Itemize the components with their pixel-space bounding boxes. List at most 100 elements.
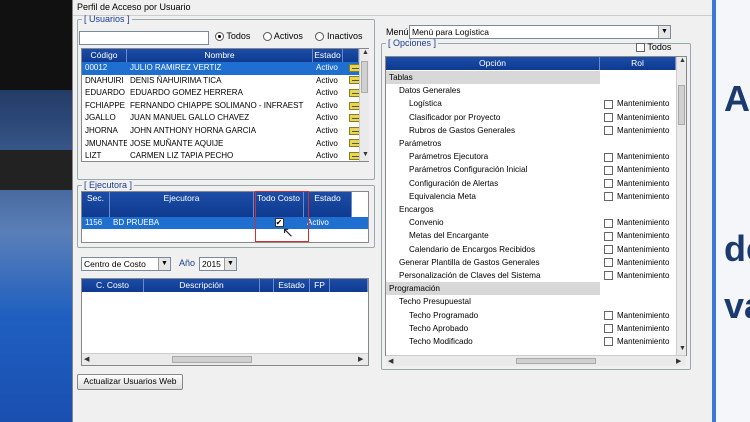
opcion-row[interactable]: Programación: [386, 282, 600, 296]
opcion-row[interactable]: Rubros de Gastos Generales Mantenimiento: [386, 124, 676, 137]
filter-activos-radio[interactable]: [262, 32, 272, 42]
opciones-vscroll[interactable]: ▲ ▼: [676, 57, 686, 355]
menu-select[interactable]: Menú para Logística ▼: [409, 25, 671, 39]
edit-icon[interactable]: [349, 63, 359, 72]
costo-scroll-thumb[interactable]: [172, 356, 252, 363]
opciones-hscroll-thumb[interactable]: [516, 358, 596, 364]
col-sec[interactable]: Sec.: [82, 192, 110, 217]
rol-checkbox[interactable]: [604, 126, 613, 136]
col-fp[interactable]: FP: [310, 279, 330, 292]
col-rol[interactable]: Rol: [600, 57, 676, 70]
opcion-row[interactable]: Techo Modificado Mantenimiento: [386, 335, 676, 348]
rol-checkbox[interactable]: [604, 324, 613, 334]
rol-checkbox[interactable]: [604, 99, 613, 109]
usuario-edit[interactable]: [343, 112, 359, 125]
opcion-row[interactable]: Parámetros Ejecutora Mantenimiento: [386, 150, 676, 163]
opcion-row[interactable]: Techo Aprobado Mantenimiento: [386, 322, 676, 335]
col-nombre[interactable]: Nombre: [127, 49, 313, 62]
usuario-edit[interactable]: [343, 100, 359, 113]
opcion-row[interactable]: Equivalencia Meta Mantenimiento: [386, 190, 676, 203]
scroll-up-icon[interactable]: ▲: [362, 49, 369, 56]
opciones-hscroll[interactable]: ◀ ▶: [386, 355, 686, 366]
edit-icon[interactable]: [349, 101, 359, 110]
rol-checkbox[interactable]: [604, 244, 613, 254]
actualizar-usuarios-web-button[interactable]: Actualizar Usuarios Web: [77, 374, 183, 390]
scroll-up-icon[interactable]: ▲: [679, 57, 686, 64]
col-codigo[interactable]: Código: [82, 49, 127, 62]
usuario-row[interactable]: JHORNA JOHN ANTHONY HORNA GARCIA Activo: [82, 125, 368, 138]
rol-checkbox[interactable]: [604, 192, 613, 202]
usuario-row[interactable]: FCHIAPPE FERNANDO CHIAPPE SOLIMANO - INFR…: [82, 100, 368, 113]
usuario-edit[interactable]: [343, 75, 359, 88]
anio-select[interactable]: 2015 ▼: [199, 257, 237, 271]
rol-checkbox[interactable]: [604, 218, 613, 228]
usuario-edit[interactable]: [343, 87, 359, 100]
opcion-row[interactable]: Generar Plantilla de Gastos Generales Man…: [386, 256, 676, 269]
opcion-row[interactable]: Metas del Encargante Mantenimiento: [386, 229, 676, 242]
usuarios-vscroll[interactable]: ▲ ▼: [359, 49, 369, 161]
scroll-left-icon[interactable]: ◀: [388, 357, 393, 365]
opcion-row[interactable]: Datos Generales: [386, 84, 676, 97]
usuario-row[interactable]: EDUARDO EDUARDO GOMEZ HERRERA Activo: [82, 87, 368, 100]
opcion-row[interactable]: Clasificador por Proyecto Mantenimiento: [386, 111, 676, 124]
rol-checkbox[interactable]: [604, 112, 613, 122]
scroll-left-icon[interactable]: ◀: [84, 355, 89, 363]
col-c-costo[interactable]: C. Costo: [82, 279, 144, 292]
opciones-scroll-thumb[interactable]: [678, 85, 685, 125]
opcion-row[interactable]: Techo Programado Mantenimiento: [386, 309, 676, 322]
filter-inactivos-radio[interactable]: [315, 32, 325, 42]
edit-icon[interactable]: [349, 76, 359, 85]
rol-checkbox[interactable]: [604, 165, 613, 175]
opcion-row[interactable]: Techo Presupuestal: [386, 295, 676, 308]
col-descripcion[interactable]: Descripción: [144, 279, 260, 292]
usuario-row[interactable]: DNAHUIRI DENIS ÑAHUIRIMA TICA Activo: [82, 75, 368, 88]
rol-checkbox[interactable]: [604, 337, 613, 347]
opcion-row[interactable]: Parámetros: [386, 137, 676, 150]
col-ejecutora[interactable]: Ejecutora: [110, 192, 254, 217]
usuario-edit[interactable]: [343, 62, 359, 75]
tipo-costo-select[interactable]: Centro de Costo ▼: [81, 257, 171, 271]
rol-checkbox[interactable]: [604, 258, 613, 268]
costo-hscroll[interactable]: ◀ ▶: [82, 353, 368, 365]
opciones-todos-checkbox[interactable]: [636, 43, 645, 53]
edit-icon[interactable]: [349, 89, 359, 98]
edit-icon[interactable]: [349, 152, 359, 161]
opcion-row[interactable]: Convenio Mantenimiento: [386, 216, 676, 229]
opcion-row[interactable]: Encargos: [386, 203, 676, 216]
usuario-row[interactable]: LIZT CARMEN LIZ TAPIA PECHO Activo: [82, 150, 368, 163]
opcion-row[interactable]: Parámetros Configuración Inicial Mantenim…: [386, 163, 676, 176]
opcion-row[interactable]: Logística Mantenimiento: [386, 97, 676, 110]
usuario-search-input[interactable]: [79, 31, 209, 45]
scroll-down-icon[interactable]: ▼: [362, 151, 369, 158]
opcion-row[interactable]: Calendario de Encargos Recibidos Mantenim…: [386, 243, 676, 256]
rol-checkbox[interactable]: [604, 178, 613, 188]
rol-checkbox[interactable]: [604, 231, 613, 241]
usuarios-scroll-thumb[interactable]: [361, 61, 368, 93]
scroll-right-icon[interactable]: ▶: [676, 357, 681, 365]
usuario-row[interactable]: JGALLO JUAN MANUEL GALLO CHAVEZ Activo: [82, 112, 368, 125]
col-opcion[interactable]: Opción: [386, 57, 600, 70]
edit-icon[interactable]: [349, 114, 359, 123]
scroll-down-icon[interactable]: ▼: [679, 345, 686, 352]
ejecutora-row[interactable]: 1156 BD PRUEBA ✔ Activo: [82, 217, 368, 229]
scroll-right-icon[interactable]: ▶: [358, 355, 363, 363]
usuario-edit[interactable]: [343, 150, 359, 163]
rol-checkbox[interactable]: [604, 310, 613, 320]
opcion-row[interactable]: Tablas: [386, 71, 600, 84]
opcion-row[interactable]: Personalización de Claves del Sistema Man…: [386, 269, 676, 282]
edit-icon[interactable]: [349, 139, 359, 148]
col-ejecutora-estado[interactable]: Estado: [304, 192, 352, 217]
usuario-estado: Activo: [316, 138, 338, 148]
rol-checkbox[interactable]: [604, 152, 613, 162]
col-estado[interactable]: Estado: [313, 49, 343, 62]
edit-icon[interactable]: [349, 126, 359, 135]
filter-todos-radio[interactable]: [215, 32, 224, 42]
usuario-row[interactable]: JMUNANTE JOSE MUÑANTE AQUIJE Activo: [82, 138, 368, 151]
opcion-row[interactable]: Configuración de Alertas Mantenimiento: [386, 177, 676, 190]
usuario-edit[interactable]: [343, 125, 359, 138]
rol-checkbox[interactable]: [604, 271, 613, 281]
usuario-edit[interactable]: [343, 138, 359, 151]
usuario-row[interactable]: 00012 JULIO RAMIREZ VERTIZ Activo: [82, 62, 368, 75]
col-costo-estado[interactable]: Estado: [274, 279, 310, 292]
rol-label: Mantenimiento: [617, 231, 670, 241]
